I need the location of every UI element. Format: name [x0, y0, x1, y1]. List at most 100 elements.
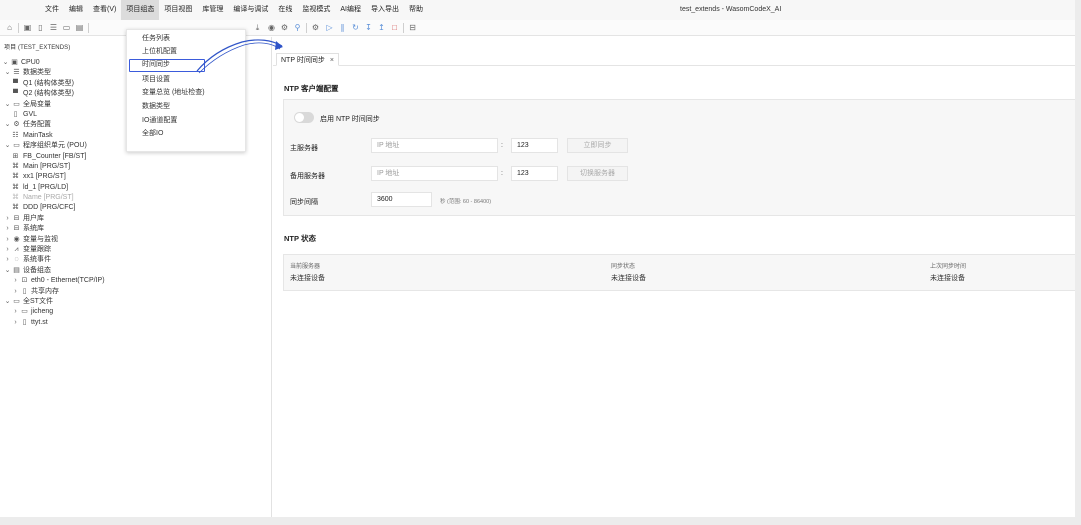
- tree-node-label: 系统事件: [23, 256, 51, 264]
- stop-icon[interactable]: □: [389, 22, 400, 33]
- chevron-right-icon[interactable]: ›: [12, 307, 19, 317]
- tree-node[interactable]: › ◉ 变量与监视: [0, 235, 270, 245]
- tree-node[interactable]: › ⩘ 变量跟踪: [0, 245, 270, 255]
- tab-ntp-sync[interactable]: NTP 时间同步 ×: [276, 53, 339, 66]
- step-out-icon[interactable]: ↥: [376, 22, 387, 33]
- tree-node[interactable]: ⌘ ld_1 [PRG/LD]: [0, 183, 270, 193]
- tree-node-label: FB_Counter [FB/ST]: [23, 152, 87, 160]
- tree-node[interactable]: ⌘ xx1 [PRG/ST]: [0, 172, 270, 182]
- dropdown-item[interactable]: 数据类型: [142, 101, 170, 112]
- new-icon[interactable]: ▣: [22, 22, 33, 33]
- switch-server-button[interactable]: 切换服务器: [567, 166, 628, 181]
- search-icon[interactable]: ⚲: [292, 22, 303, 33]
- tree-node[interactable]: › ▯ ttyt.st: [0, 318, 270, 328]
- dropdown-item[interactable]: 任务列表: [142, 33, 170, 44]
- tree-node-label: GVL: [23, 110, 38, 118]
- menu-item[interactable]: 导入导出: [366, 0, 404, 20]
- menu-item[interactable]: 项目视图: [159, 0, 197, 20]
- tree-node[interactable]: ⌘ Name [PRG/ST]: [0, 193, 270, 203]
- tree-node[interactable]: › ⊡ eth0 - Ethernet(TCP/IP): [0, 276, 270, 286]
- menu-item[interactable]: AI编程: [335, 0, 366, 20]
- step-over-icon[interactable]: ↻: [350, 22, 361, 33]
- tree-node[interactable]: ⊞ FB_Counter [FB/ST]: [0, 152, 270, 162]
- chevron-down-icon[interactable]: ⌄: [4, 68, 11, 78]
- chevron-right-icon[interactable]: ›: [4, 245, 11, 255]
- tree-node[interactable]: › ▭ jicheng: [0, 307, 270, 317]
- dropdown-item[interactable]: 变量总览 (地址检查): [142, 87, 205, 98]
- menu-item[interactable]: 文件: [40, 0, 64, 20]
- prg-icon: ⌘: [12, 162, 19, 170]
- chevron-down-icon[interactable]: ⌄: [4, 266, 11, 276]
- menu-item[interactable]: 帮助: [404, 0, 428, 20]
- tree-node[interactable]: › ◌ 系统事件: [0, 255, 270, 265]
- chevron-down-icon[interactable]: ⌄: [4, 100, 11, 110]
- menu-item[interactable]: 项目组态: [121, 0, 160, 20]
- close-icon[interactable]: ×: [330, 57, 334, 64]
- build-icon[interactable]: ⚙: [310, 22, 321, 33]
- sync-interval-input[interactable]: 3600: [371, 192, 432, 207]
- tree-node[interactable]: ⌘ DDD [PRG/CFC]: [0, 203, 270, 213]
- memory-icon: ▯: [22, 287, 27, 295]
- dropdown-item[interactable]: IO通道配置: [142, 115, 177, 126]
- chevron-right-icon[interactable]: ›: [12, 276, 19, 286]
- chevron-right-icon[interactable]: ›: [4, 255, 11, 265]
- menu-item[interactable]: 在线: [273, 0, 297, 20]
- step-into-icon[interactable]: ↧: [363, 22, 374, 33]
- chevron-down-icon[interactable]: ⌄: [4, 297, 11, 307]
- chevron-down-icon[interactable]: ⌄: [2, 58, 9, 68]
- tree-node[interactable]: ⌘ Main [PRG/ST]: [0, 162, 270, 172]
- file-icon: ▯: [22, 318, 27, 326]
- tree-node-label: MainTask: [23, 131, 53, 139]
- dropdown-item[interactable]: 时间同步: [142, 59, 170, 70]
- settings-icon[interactable]: ⚙: [279, 22, 290, 33]
- tree-node[interactable]: ⌄ ▤ 设备组态: [0, 266, 270, 276]
- tree-node[interactable]: ⌄ ▭ 全ST文件: [0, 297, 270, 307]
- tree-node-label: ld_1 [PRG/LD]: [23, 183, 69, 191]
- sync-now-button[interactable]: 立即同步: [567, 138, 628, 153]
- backup-server-input[interactable]: IP 地址: [371, 166, 498, 181]
- tree-node[interactable]: › ⊟ 系统库: [0, 224, 270, 234]
- toolbar-separator: [403, 23, 404, 33]
- folder-icon[interactable]: ▭: [61, 22, 72, 33]
- tree-node-label: Main [PRG/ST]: [23, 162, 71, 170]
- menu-item[interactable]: 查看(V): [88, 0, 121, 20]
- primary-server-label: 主服务器: [290, 145, 318, 152]
- ethernet-icon: ⊡: [21, 277, 28, 285]
- tree-node-label: 程序组织单元 (POU): [23, 142, 87, 150]
- chevron-right-icon[interactable]: ›: [4, 224, 11, 234]
- menu-item[interactable]: 编辑: [64, 0, 88, 20]
- primary-server-input[interactable]: IP 地址: [371, 138, 498, 153]
- download-icon[interactable]: ⤓: [252, 22, 263, 33]
- sidebar-header: 项目 (TEST_EXTENDS): [4, 45, 71, 51]
- backup-port-input[interactable]: 123: [511, 166, 558, 181]
- status-column-head: 上次同步时间: [930, 264, 967, 270]
- dropdown-item[interactable]: 上位机配置: [142, 46, 177, 57]
- ntp-enable-toggle[interactable]: [294, 112, 314, 123]
- chevron-down-icon[interactable]: ⌄: [4, 141, 11, 151]
- chevron-right-icon[interactable]: ›: [12, 287, 19, 297]
- primary-port-input[interactable]: 123: [511, 138, 558, 153]
- save-icon[interactable]: ▯: [35, 22, 46, 33]
- menu-item[interactable]: 编译与调试: [228, 0, 273, 20]
- pause-icon[interactable]: ∥: [337, 22, 348, 33]
- dropdown-item[interactable]: 全部IO: [142, 128, 163, 139]
- chevron-down-icon[interactable]: ⌄: [4, 120, 11, 130]
- tree-node[interactable]: › ▯ 共享内存: [0, 287, 270, 297]
- chevron-right-icon[interactable]: ›: [4, 214, 11, 224]
- toolbox-icon[interactable]: ⊟: [407, 22, 418, 33]
- dropdown-item[interactable]: 项目设置: [142, 74, 170, 85]
- save-as-icon[interactable]: ▤: [74, 22, 85, 33]
- run-icon[interactable]: ▷: [324, 22, 335, 33]
- tree-node[interactable]: › ⊟ 用户库: [0, 214, 270, 224]
- home-icon[interactable]: ⌂: [4, 22, 15, 33]
- list-icon[interactable]: ☰: [48, 22, 59, 33]
- tree-node-label: Name [PRG/ST]: [23, 194, 74, 202]
- chevron-right-icon[interactable]: ›: [12, 318, 19, 328]
- struct-icon: ▀: [13, 79, 18, 87]
- monitor-icon[interactable]: ◉: [266, 22, 277, 33]
- chevron-right-icon[interactable]: ›: [4, 235, 11, 245]
- port-colon: :: [501, 170, 503, 177]
- menu-item[interactable]: 监视模式: [297, 0, 335, 20]
- tree-node-label: Q2 (结构体类型): [23, 90, 74, 98]
- menu-item[interactable]: 库管理: [197, 0, 228, 20]
